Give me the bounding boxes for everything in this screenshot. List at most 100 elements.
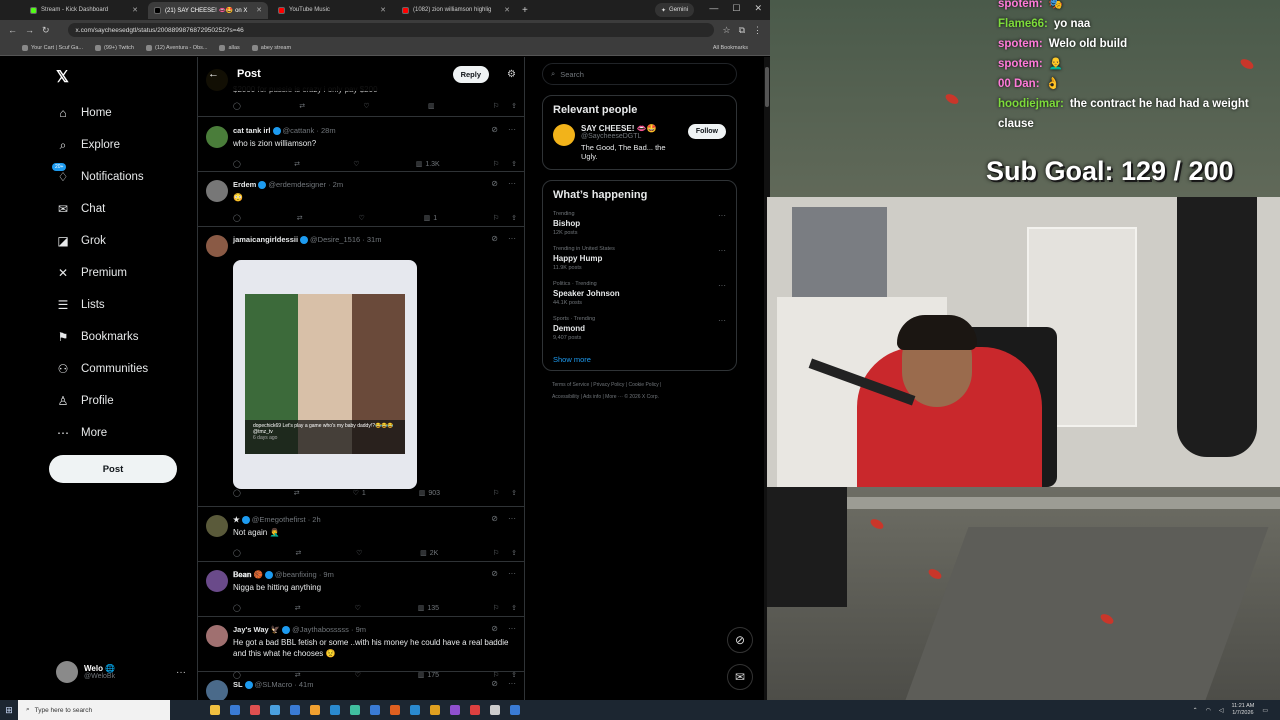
more-icon[interactable]: ··· xyxy=(508,569,516,578)
all-bookmarks-button[interactable]: All Bookmarks xyxy=(713,45,748,51)
taskbar-app-icon[interactable] xyxy=(330,705,340,715)
trend-item[interactable]: Trending Bishop 12K posts ··· xyxy=(553,211,726,236)
taskbar-app-icon[interactable] xyxy=(370,705,380,715)
sidebar-item-home[interactable]: ⌂ Home xyxy=(48,97,148,129)
reply-button[interactable]: Reply xyxy=(452,65,490,83)
bookmark-icon[interactable]: ⚐ xyxy=(493,489,499,497)
trend-item[interactable]: Sports · Trending Demond 9,407 posts ··· xyxy=(553,316,726,341)
grok-icon[interactable]: ⊘ xyxy=(491,125,498,134)
more-icon[interactable]: ··· xyxy=(508,234,516,243)
taskbar-app-icon[interactable] xyxy=(290,705,300,715)
tweet[interactable]: SL @SLMacro · 41m ⊘ ··· xyxy=(198,672,524,700)
bookmark-item[interactable]: (99+) Twitch xyxy=(94,44,134,51)
reply-icon[interactable]: ◯ xyxy=(233,549,241,557)
tweet[interactable]: jamaicangirldessii @Desire_1516 · 31m ⊘ ···… xyxy=(198,227,524,507)
post-button[interactable]: Post xyxy=(49,455,177,483)
close-icon[interactable]: ✕ xyxy=(504,6,510,14)
taskbar-app-icon[interactable] xyxy=(310,705,320,715)
browser-tab[interactable]: (1082) zion williamson highlig ✕ xyxy=(396,2,516,19)
taskbar-app-icon[interactable] xyxy=(210,705,220,715)
sidebar-item-bookmarks[interactable]: ⚑ Bookmarks xyxy=(48,321,148,353)
reply-icon[interactable]: ◯ xyxy=(233,604,241,612)
back-icon[interactable]: ← xyxy=(8,25,17,35)
grok-icon[interactable]: ⊘ xyxy=(491,679,498,688)
sidebar-item-lists[interactable]: ☰ Lists xyxy=(48,289,148,321)
footer-line[interactable]: Terms of Service | Privacy Policy | Cook… xyxy=(552,379,737,391)
bookmark-icon[interactable]: ⚐ xyxy=(493,160,499,168)
bookmark-icon[interactable]: ⚐ xyxy=(493,102,499,110)
follow-button[interactable]: Follow xyxy=(687,124,726,139)
like-button[interactable]: ♡ xyxy=(358,214,367,222)
close-icon[interactable]: ✕ xyxy=(380,6,386,14)
reply-icon[interactable]: ◯ xyxy=(233,489,241,497)
avatar[interactable] xyxy=(206,235,228,257)
url-field[interactable]: x.com/saycheesedgtl/status/2008899876872… xyxy=(67,23,715,37)
bookmark-icon[interactable]: ⚐ xyxy=(493,549,499,557)
tweet[interactable]: Erdem @erdemdesigner · 2m ⊘ ··· 😳 ◯ ⇄ ♡ ▥ 1 ⚐ ⇪ xyxy=(198,172,524,227)
footer-line[interactable]: Accessibility | Ads info | More ··· © 20… xyxy=(552,391,737,403)
retweet-icon[interactable]: ⇄ xyxy=(299,102,305,110)
taskbar-app-icon[interactable] xyxy=(430,705,440,715)
taskbar-search[interactable]: ⌕ Type here to search xyxy=(18,700,170,720)
show-more-link[interactable]: Show more xyxy=(553,355,726,364)
tweet-author[interactable]: jamaicangirldessii xyxy=(233,235,298,244)
messages-icon[interactable]: ✉ xyxy=(727,664,753,690)
more-icon[interactable]: ··· xyxy=(718,246,726,255)
retweet-icon[interactable]: ⇄ xyxy=(294,160,300,168)
windows-start-icon[interactable]: ⊞ xyxy=(0,700,18,720)
notifications-icon[interactable]: ▭ xyxy=(1262,707,1268,714)
tweet-author[interactable]: cat tank irl xyxy=(233,126,271,135)
share-icon[interactable]: ⇪ xyxy=(511,214,517,222)
reply-icon[interactable]: ◯ xyxy=(233,160,241,168)
trend-item[interactable]: Trending in United States Happy Hump 11.9K… xyxy=(553,246,726,271)
reload-icon[interactable]: ↻ xyxy=(42,25,50,36)
account-switcher[interactable]: Welo 🌐 @WeloBk ··· xyxy=(56,661,186,683)
retweet-icon[interactable]: ⇄ xyxy=(297,214,303,222)
reply-icon[interactable]: ◯ xyxy=(233,214,241,222)
avatar[interactable] xyxy=(206,570,228,592)
like-icon[interactable]: ♡ xyxy=(363,102,369,110)
views-button[interactable]: ▥ 135 xyxy=(418,604,439,613)
like-button[interactable]: ♡ xyxy=(355,604,364,612)
like-button[interactable]: ♡ xyxy=(353,160,362,168)
taskbar-app-icon[interactable] xyxy=(450,705,460,715)
share-icon[interactable]: ⇪ xyxy=(511,160,517,168)
maximize-icon[interactable]: ☐ xyxy=(732,3,740,14)
chevron-up-icon[interactable]: ⌃ xyxy=(1193,707,1198,714)
tweet-media[interactable]: dopechick69 Let's play a game who's my b… xyxy=(233,260,417,489)
taskbar-app-icon[interactable] xyxy=(350,705,360,715)
more-icon[interactable]: ··· xyxy=(176,667,186,678)
bookmark-item[interactable]: (12) Aventura - Obs... xyxy=(146,44,207,51)
bookmark-icon[interactable]: ⚐ xyxy=(493,214,499,222)
wifi-icon[interactable]: ◠ xyxy=(1206,707,1211,714)
volume-icon[interactable]: ◁ xyxy=(1219,707,1224,714)
tweet[interactable]: cat tank irl @cattank · 28m ⊘ ··· who is zio… xyxy=(198,118,524,172)
tweet-author[interactable]: SL xyxy=(233,680,243,689)
avatar[interactable] xyxy=(206,680,228,700)
browser-tab[interactable]: Stream - Kick Dashboard ✕ xyxy=(24,2,144,19)
close-icon[interactable]: ✕ xyxy=(132,6,138,14)
more-icon[interactable]: ··· xyxy=(718,281,726,290)
views-button[interactable]: ▥ 1 xyxy=(424,214,438,223)
back-arrow-icon[interactable]: ← xyxy=(208,68,219,80)
grok-icon[interactable]: ⊘ xyxy=(491,179,498,188)
tweet[interactable]: ★ @Emegothefirst · 2h ⊘ ··· Not again 🤦‍♂️ ◯ ⇄… xyxy=(198,507,524,562)
search-input[interactable]: ⌕ Search xyxy=(542,63,737,85)
sidebar-item-more[interactable]: ⋯ More xyxy=(48,417,148,449)
sidebar-item-grok[interactable]: ◪ Grok xyxy=(48,225,148,257)
like-button[interactable]: ♡ xyxy=(356,549,365,557)
avatar[interactable] xyxy=(206,515,228,537)
sidebar-item-communities[interactable]: ⚇ Communities xyxy=(48,353,149,385)
clock[interactable]: 11:21 AM 1/7/2026 xyxy=(1231,703,1254,717)
more-icon[interactable]: ··· xyxy=(718,316,726,325)
forward-icon[interactable]: → xyxy=(25,25,34,35)
sidebar-item-chat[interactable]: ✉ Chat xyxy=(48,193,148,225)
views-button[interactable]: ▥ 903 xyxy=(419,489,440,498)
grok-icon[interactable]: ⊘ xyxy=(491,569,498,578)
menu-icon[interactable]: ⋮ xyxy=(753,25,762,36)
avatar[interactable] xyxy=(206,126,228,148)
grok-icon[interactable]: ⊘ xyxy=(491,514,498,523)
browser-tab[interactable]: YouTube Music ✕ xyxy=(272,2,392,19)
reply-icon[interactable]: ◯ xyxy=(233,102,241,110)
retweet-icon[interactable]: ⇄ xyxy=(296,549,302,557)
